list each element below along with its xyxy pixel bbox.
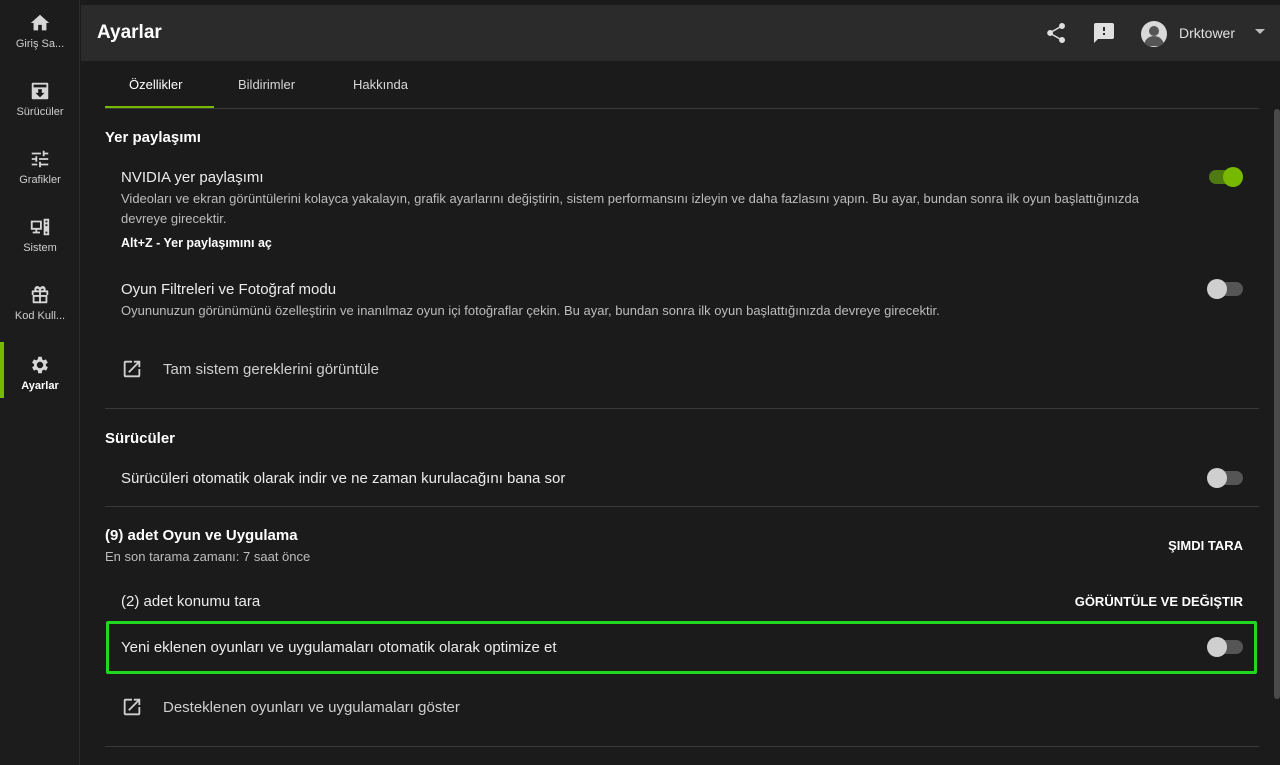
auto-download-drivers-label: Sürücüleri otomatik olarak indir ve ne z…	[121, 470, 566, 487]
overlay-hotkey: Alt+Z - Yer paylaşımını aç	[121, 236, 272, 250]
gift-icon	[29, 284, 51, 306]
scan-now-button[interactable]: ŞIMDI TARA	[1168, 538, 1243, 553]
sidebar-item-home[interactable]: Giriş Sa...	[0, 0, 80, 64]
system-requirements-label: Tam sistem gereklerini görüntüle	[163, 361, 379, 378]
supported-games-link[interactable]: Desteklenen oyunları ve uygulamaları gös…	[121, 696, 541, 720]
game-filters-toggle[interactable]	[1207, 279, 1243, 299]
nvidia-overlay-desc: Videoları ve ekran görüntülerini kolayca…	[121, 191, 1139, 226]
section-divider	[105, 746, 1259, 747]
page-title: Ayarlar	[97, 22, 162, 43]
auto-optimize-label: Yeni eklenen oyunları ve uygulamaları ot…	[121, 639, 557, 656]
sidebar-item-label: Kod Kull...	[14, 310, 66, 322]
home-icon	[29, 12, 51, 34]
sidebar-item-label: Sürücüler	[16, 106, 64, 118]
feedback-icon[interactable]	[1092, 21, 1116, 45]
supported-games-label: Desteklenen oyunları ve uygulamaları gös…	[163, 699, 460, 716]
sidebar-item-system[interactable]: Sistem	[0, 204, 80, 268]
last-scan-time: En son tarama zamanı: 7 saat önce	[105, 549, 311, 564]
sliders-icon	[29, 148, 51, 170]
avatar	[1141, 21, 1167, 47]
system-requirements-link[interactable]: Tam sistem gereklerini görüntüle	[121, 358, 521, 382]
scrollbar[interactable]	[1274, 109, 1280, 699]
settings-content: Yer paylaşımı NVIDIA yer paylaşımı Video…	[81, 109, 1273, 765]
sidebar-item-label: Grafikler	[19, 174, 61, 186]
sidebar-item-label: Ayarlar	[21, 380, 59, 392]
external-link-icon	[121, 358, 143, 380]
page-header: Ayarlar Drktower	[81, 5, 1280, 61]
game-filters-title: Oyun Filtreleri ve Fotoğraf modu	[121, 281, 337, 298]
section-divider	[105, 408, 1259, 409]
share-icon[interactable]	[1044, 21, 1068, 45]
active-tab-indicator	[105, 106, 214, 108]
sidebar-item-drivers[interactable]: Sürücüler	[0, 68, 80, 132]
tab-about[interactable]: Hakkında	[353, 77, 408, 92]
view-change-button[interactable]: GÖRÜNTÜLE VE DEĞIŞTIR	[1075, 594, 1243, 609]
nvidia-overlay-title: NVIDIA yer paylaşımı	[121, 169, 264, 186]
nvidia-overlay-toggle[interactable]	[1207, 167, 1243, 187]
game-filters-desc: Oyununuzun görünümünü özelleştirin ve in…	[121, 303, 940, 318]
sidebar: Giriş Sa... Sürücüler Grafikler Sistem K…	[0, 0, 80, 765]
auto-optimize-toggle[interactable]	[1207, 637, 1243, 657]
auto-download-drivers-toggle[interactable]	[1207, 468, 1243, 488]
drivers-section-title: Sürücüler	[105, 430, 176, 447]
overlay-section-title: Yer paylaşımı	[105, 129, 201, 146]
download-icon	[29, 80, 51, 102]
monitor-icon	[29, 216, 51, 238]
sidebar-item-label: Giriş Sa...	[15, 38, 65, 50]
settings-tabs: Özellikler Bildirimler Hakkında	[105, 61, 1259, 109]
chevron-down-icon	[1255, 29, 1265, 34]
sidebar-item-graphics[interactable]: Grafikler	[0, 136, 80, 200]
gear-icon	[29, 354, 51, 376]
sidebar-item-label: Sistem	[23, 242, 57, 254]
tab-notifications[interactable]: Bildirimler	[238, 77, 295, 92]
username: Drktower	[1179, 25, 1236, 41]
section-divider	[105, 506, 1259, 507]
games-section-title: (9) adet Oyun ve Uygulama	[105, 527, 298, 544]
tab-features[interactable]: Özellikler	[129, 77, 182, 92]
external-link-icon	[121, 696, 143, 718]
sidebar-item-redeem[interactable]: Kod Kull...	[0, 272, 80, 336]
sidebar-item-settings[interactable]: Ayarlar	[0, 342, 80, 406]
scan-locations-label: (2) adet konumu tara	[121, 593, 261, 610]
